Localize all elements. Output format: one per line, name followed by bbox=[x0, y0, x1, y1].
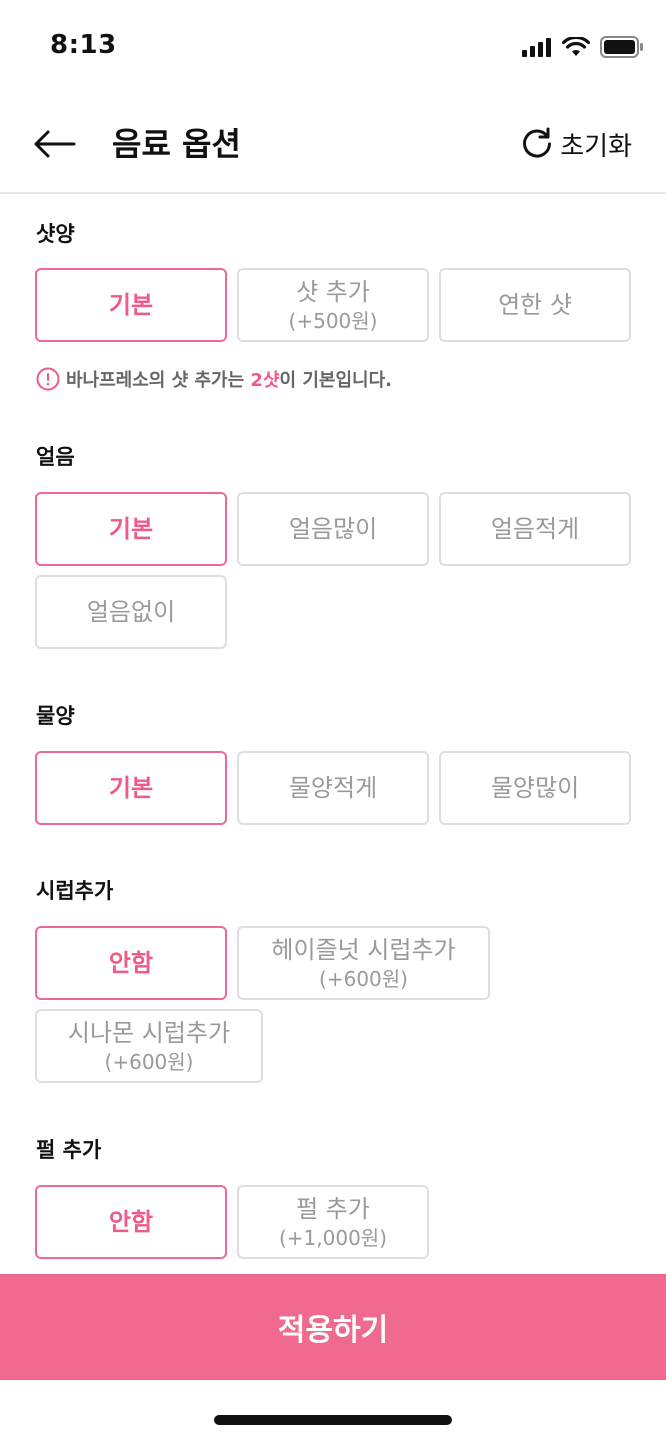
status-time: 8:13 bbox=[50, 30, 117, 60]
info-icon bbox=[36, 367, 60, 391]
option-label: 샷 추가 bbox=[296, 277, 370, 306]
shot-notice: 바나프레소의 샷 추가는 2샷이 기본입니다. bbox=[36, 366, 392, 392]
option-syrup-cinnamon[interactable]: 시나몬 시럽추가 (+600원) bbox=[35, 1009, 263, 1083]
reset-label: 초기화 bbox=[560, 131, 632, 162]
option-label: 물양적게 bbox=[288, 774, 378, 802]
option-water-default[interactable]: 기본 bbox=[35, 751, 227, 825]
option-label: 기본 bbox=[108, 774, 154, 802]
back-arrow-icon bbox=[34, 130, 76, 158]
option-price: (+600원) bbox=[319, 966, 408, 991]
back-button[interactable] bbox=[30, 120, 78, 168]
option-label: 시나몬 시럽추가 bbox=[67, 1018, 231, 1047]
option-label: 기본 bbox=[108, 515, 154, 543]
signal-icon bbox=[522, 38, 551, 57]
section-title-ice: 얼음 bbox=[36, 445, 75, 469]
option-label: 기본 bbox=[108, 291, 154, 319]
option-label: 헤이즐넛 시럽추가 bbox=[271, 935, 456, 964]
notice-highlight: 2샷 bbox=[250, 370, 280, 391]
section-title-water: 물양 bbox=[36, 704, 75, 728]
notice-text: 바나프레소의 샷 추가는 bbox=[66, 370, 251, 391]
option-label: 얼음많이 bbox=[288, 515, 378, 543]
battery-icon bbox=[600, 36, 643, 58]
option-shot-add[interactable]: 샷 추가 (+500원) bbox=[237, 268, 429, 342]
apply-button[interactable]: 적용하기 bbox=[0, 1274, 666, 1380]
page-title: 음료 옵션 bbox=[112, 125, 241, 163]
option-ice-none[interactable]: 얼음없이 bbox=[35, 575, 227, 649]
reset-button[interactable]: 초기화 bbox=[520, 120, 632, 168]
option-price: (+1,000원) bbox=[278, 1225, 388, 1250]
option-water-less[interactable]: 물양적게 bbox=[237, 751, 429, 825]
option-label: 얼음적게 bbox=[490, 515, 580, 543]
section-title-pearl: 펄 추가 bbox=[36, 1138, 102, 1162]
option-pearl-none[interactable]: 안함 bbox=[35, 1185, 227, 1259]
option-shot-light[interactable]: 연한 샷 bbox=[439, 268, 631, 342]
option-ice-more[interactable]: 얼음많이 bbox=[237, 492, 429, 566]
option-label: 안함 bbox=[108, 949, 154, 977]
wifi-icon bbox=[562, 37, 590, 56]
option-ice-default[interactable]: 기본 bbox=[35, 492, 227, 566]
option-shot-default[interactable]: 기본 bbox=[35, 268, 227, 342]
option-label: 얼음없이 bbox=[86, 598, 176, 626]
option-pearl-add[interactable]: 펄 추가 (+1,000원) bbox=[237, 1185, 429, 1259]
option-label: 안함 bbox=[108, 1208, 154, 1236]
option-label: 물양많이 bbox=[490, 774, 580, 802]
section-title-shot: 샷양 bbox=[36, 222, 75, 246]
reset-icon bbox=[523, 127, 552, 158]
status-icons bbox=[522, 36, 644, 58]
option-syrup-none[interactable]: 안함 bbox=[35, 926, 227, 1000]
option-price: (+500원) bbox=[288, 308, 378, 333]
header: 음료 옵션 초기화 bbox=[0, 96, 666, 194]
option-label: 펄 추가 bbox=[296, 1194, 370, 1223]
option-syrup-hazelnut[interactable]: 헤이즐넛 시럽추가 (+600원) bbox=[237, 926, 490, 1000]
option-ice-less[interactable]: 얼음적게 bbox=[439, 492, 631, 566]
status-bar: 8:13 bbox=[0, 0, 666, 96]
option-water-more[interactable]: 물양많이 bbox=[439, 751, 631, 825]
home-indicator bbox=[214, 1415, 452, 1425]
notice-text-suffix: 이 기본입니다. bbox=[279, 370, 392, 391]
option-label: 연한 샷 bbox=[498, 291, 572, 319]
option-price: (+600원) bbox=[104, 1049, 194, 1074]
section-title-syrup: 시럽추가 bbox=[36, 879, 114, 903]
